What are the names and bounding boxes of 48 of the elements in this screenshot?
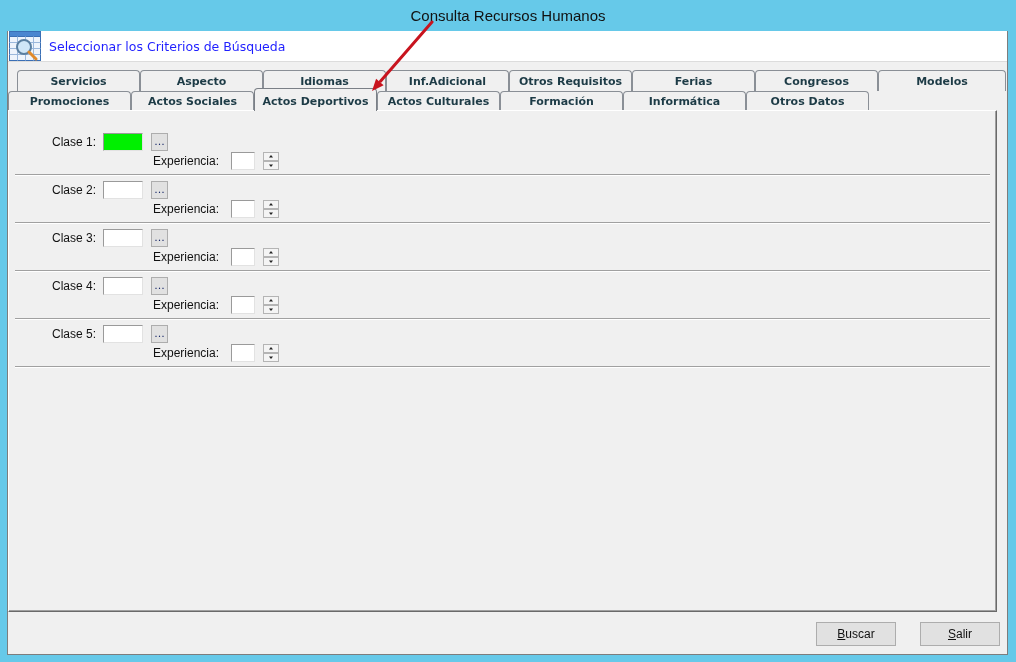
spinner-control[interactable]	[263, 248, 279, 266]
text-field[interactable]	[103, 133, 143, 151]
tab[interactable]: Promociones	[8, 91, 131, 110]
browse-button[interactable]: ...	[151, 325, 168, 343]
tab[interactable]: Actos Deportivos	[254, 88, 377, 111]
browse-button[interactable]: ...	[151, 277, 168, 295]
tab[interactable]: Informática	[623, 91, 746, 110]
browse-button[interactable]: ...	[151, 229, 168, 247]
tab[interactable]: Congresos	[755, 70, 878, 91]
number-field[interactable]	[231, 152, 255, 170]
tab[interactable]: Ferias	[632, 70, 755, 91]
text-field[interactable]	[103, 325, 143, 343]
tab[interactable]: Servicios	[17, 70, 140, 91]
text-field[interactable]	[103, 277, 143, 295]
tab[interactable]: Modelos	[878, 70, 1006, 91]
spinner-control[interactable]	[263, 344, 279, 362]
header-title: Seleccionar los Criterios de Búsqueda	[49, 38, 286, 54]
field-label: Clase 2:	[50, 183, 96, 197]
spinner-control[interactable]	[263, 152, 279, 170]
tab[interactable]: Aspecto	[140, 70, 263, 91]
number-field[interactable]	[231, 344, 255, 362]
browse-button[interactable]: ...	[151, 181, 168, 199]
field-label: Clase 5:	[50, 327, 96, 341]
spinner-control[interactable]	[263, 296, 279, 314]
tab[interactable]: Otros Requisitos	[509, 70, 632, 91]
field-label: Experiencia:	[153, 346, 221, 360]
dialog-button[interactable]: Salir	[920, 622, 1000, 646]
tab[interactable]: Inf.Adicional	[386, 70, 509, 91]
tab[interactable]: Actos Culturales	[377, 91, 500, 110]
field-label: Experiencia:	[153, 298, 221, 312]
text-field[interactable]	[103, 181, 143, 199]
field-label: Clase 4:	[50, 279, 96, 293]
dialog-button[interactable]: Buscar	[816, 622, 896, 646]
number-field[interactable]	[231, 248, 255, 266]
number-field[interactable]	[231, 200, 255, 218]
field-label: Experiencia:	[153, 154, 221, 168]
field-label: Experiencia:	[153, 250, 221, 264]
number-field[interactable]	[231, 296, 255, 314]
field-label: Clase 3:	[50, 231, 96, 245]
field-label: Clase 1:	[50, 135, 96, 149]
field-label: Experiencia:	[153, 202, 221, 216]
window-title: Consulta Recursos Humanos	[410, 7, 606, 24]
tab[interactable]: Formación	[500, 91, 623, 110]
tab[interactable]: Otros Datos	[746, 91, 869, 110]
browse-button[interactable]: ...	[151, 133, 168, 151]
spinner-control[interactable]	[263, 200, 279, 218]
text-field[interactable]	[103, 229, 143, 247]
tab[interactable]: Actos Sociales	[131, 91, 254, 110]
